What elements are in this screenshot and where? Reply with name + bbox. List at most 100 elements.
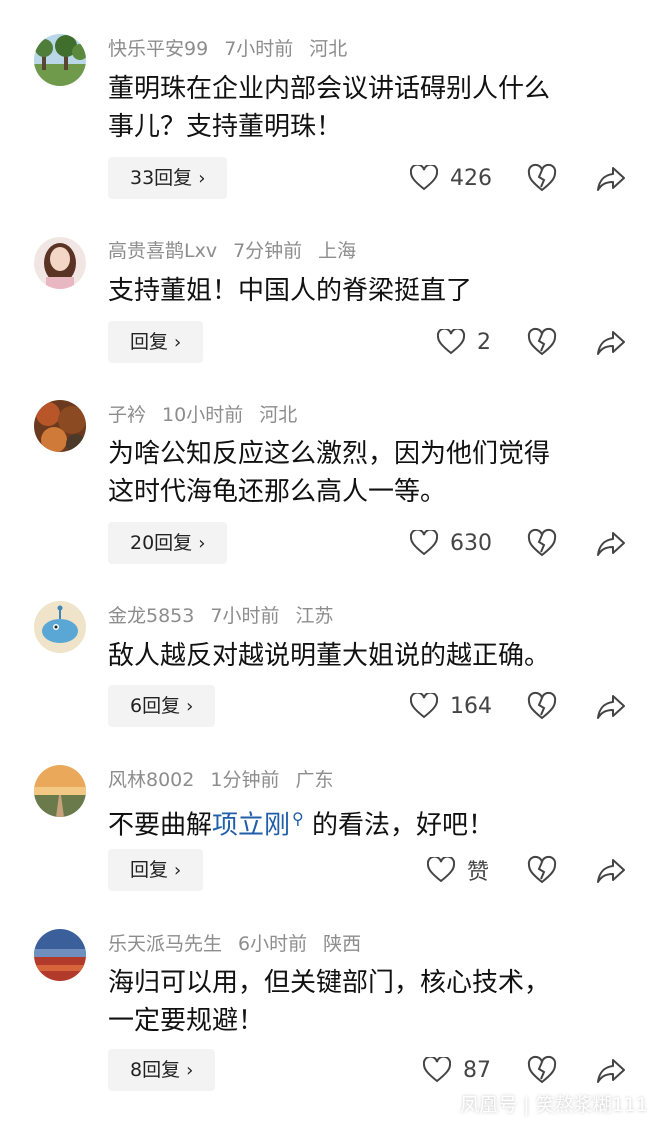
comment-line: 这时代海龟还那么高人一等。 [108,477,447,507]
like-count: 630 [450,530,492,556]
share-icon[interactable] [596,529,626,559]
chevron-right-icon: › [198,168,206,189]
timestamp: 7分钟前 [233,240,303,262]
share-icon[interactable] [596,1056,626,1086]
comment-line: 支持董姐！中国人的脊梁挺直了 [108,276,473,306]
reply-button[interactable]: 回复 › [108,321,204,363]
comment-meta: 子衿 10小时前 河北 [108,402,313,428]
reply-button[interactable]: 33回复 › [108,157,228,199]
username[interactable]: 快乐平安99 [108,38,208,60]
reply-label: 33回复 [130,167,193,189]
timestamp: 1分钟前 [210,769,280,791]
dislike-icon[interactable] [527,327,557,357]
comment-meta: 快乐平安99 7小时前 河北 [108,36,363,62]
comment-text-segment: 的看法，好吧！ [303,810,495,841]
dislike-icon[interactable] [527,1055,557,1085]
avatar[interactable] [34,929,86,981]
username[interactable]: 风林8002 [108,769,194,791]
comment-item: 高贵喜鹊Lxv 7分钟前 上海 支持董姐！中国人的脊梁挺直了 回复 › 2 [0,210,660,375]
reply-label: 回复 [130,859,169,881]
dislike-icon[interactable] [527,163,557,193]
location: 上海 [318,240,357,262]
username[interactable]: 高贵喜鹊Lxv [108,240,217,262]
like-count: 2 [477,329,491,355]
like-button[interactable]: 426 [410,158,492,198]
username[interactable]: 子衿 [108,404,146,426]
share-icon[interactable] [596,692,626,722]
reply-button[interactable]: 8回复 › [108,1049,216,1091]
comment-line: 董明珠在企业内部会议讲话碍别人什么 [108,74,551,104]
username[interactable]: 金龙5853 [108,605,194,627]
reply-label: 8回复 [130,1059,181,1081]
comment-meta: 高贵喜鹊Lxv 7分钟前 上海 [108,238,372,264]
username[interactable]: 乐天派马先生 [108,933,222,955]
timestamp: 6小时前 [238,933,308,955]
avatar[interactable] [34,765,86,817]
comment-item: 快乐平安99 7小时前 河北 董明珠在企业内部会议讲话碍别人什么 事儿？支持董明珠！… [0,0,660,210]
dislike-icon[interactable] [527,691,557,721]
comment-line: 一定要规避！ [108,1006,265,1036]
comment-text: 敌人越反对越说明董大姐说的越正确。 [108,637,628,675]
comment-text: 不要曲解项立刚 ⚲ 的看法，好吧！ [108,800,628,845]
comment-text-segment: 不要曲解 [108,810,213,841]
dislike-icon[interactable] [527,855,557,885]
heart-icon [410,165,438,191]
comment-line: 不要曲解项立刚 ⚲ 的看法，好吧！ [108,800,628,845]
chevron-right-icon: › [174,860,182,881]
comment-text: 为啥公知反应这么激烈，因为他们觉得 这时代海龟还那么高人一等。 [108,435,628,511]
comment-text: 支持董姐！中国人的脊梁挺直了 [108,272,628,310]
like-button[interactable]: 赞 [427,850,489,890]
comment-meta: 风林8002 1分钟前 广东 [108,767,349,793]
chevron-right-icon: › [198,533,206,554]
search-icon[interactable]: ⚲ [292,809,304,828]
reply-label: 20回复 [130,532,193,554]
comment-item: 金龙5853 7小时前 江苏 敌人越反对越说明董大姐说的越正确。 6回复 › 164 [0,575,660,740]
comment-line: 敌人越反对越说明董大姐说的越正确。 [108,641,551,671]
mention-link[interactable]: 项立刚 [212,811,290,841]
like-count: 赞 [467,860,490,885]
share-icon[interactable] [596,856,626,886]
comment-text: 董明珠在企业内部会议讲话碍别人什么 事儿？支持董明珠！ [108,70,628,146]
like-count: 164 [450,693,492,719]
reply-label: 回复 [130,331,169,353]
reply-button[interactable]: 20回复 › [108,522,228,564]
like-button[interactable]: 164 [410,686,492,726]
timestamp: 7小时前 [224,38,294,60]
share-icon[interactable] [596,328,626,358]
heart-icon [427,857,455,883]
comment-item: 风林8002 1分钟前 广东 不要曲解项立刚 ⚲ 的看法，好吧！ 回复 › 赞 [0,740,660,905]
dislike-icon[interactable] [527,528,557,558]
location: 广东 [295,769,334,791]
like-count: 426 [450,165,492,191]
avatar[interactable] [34,34,86,86]
avatar[interactable] [34,237,86,289]
comment-item: 子衿 10小时前 河北 为啥公知反应这么激烈，因为他们觉得 这时代海龟还那么高人一等… [0,375,660,575]
comment-line: 事儿？支持董明珠！ [108,112,343,142]
heart-icon [410,693,438,719]
watermark: 凤凰号 | 笑熬浆糊111 [460,1094,648,1116]
chevron-right-icon: › [174,332,182,353]
chevron-right-icon: › [186,696,194,717]
like-button[interactable]: 2 [437,322,491,362]
comment-line: 为啥公知反应这么激烈，因为他们觉得 [108,439,551,469]
share-icon[interactable] [596,164,626,194]
location: 江苏 [295,605,334,627]
comment-meta: 乐天派马先生 6小时前 陕西 [108,931,377,957]
comment-text: 海归可以用，但关键部门，核心技术， 一定要规避！ [108,964,628,1040]
reply-button[interactable]: 6回复 › [108,685,216,727]
reply-button[interactable]: 回复 › [108,849,204,891]
like-count: 87 [463,1057,491,1083]
like-button[interactable]: 87 [423,1050,491,1090]
reply-label: 6回复 [130,695,181,717]
like-button[interactable]: 630 [410,523,492,563]
heart-icon [410,530,438,556]
chevron-right-icon: › [186,1060,194,1081]
location: 陕西 [323,933,362,955]
heart-icon [437,329,465,355]
location: 河北 [309,38,348,60]
location: 河北 [259,404,298,426]
comment-meta: 金龙5853 7小时前 江苏 [108,603,349,629]
heart-icon [423,1057,451,1083]
avatar[interactable] [34,601,86,653]
avatar[interactable] [34,400,86,452]
